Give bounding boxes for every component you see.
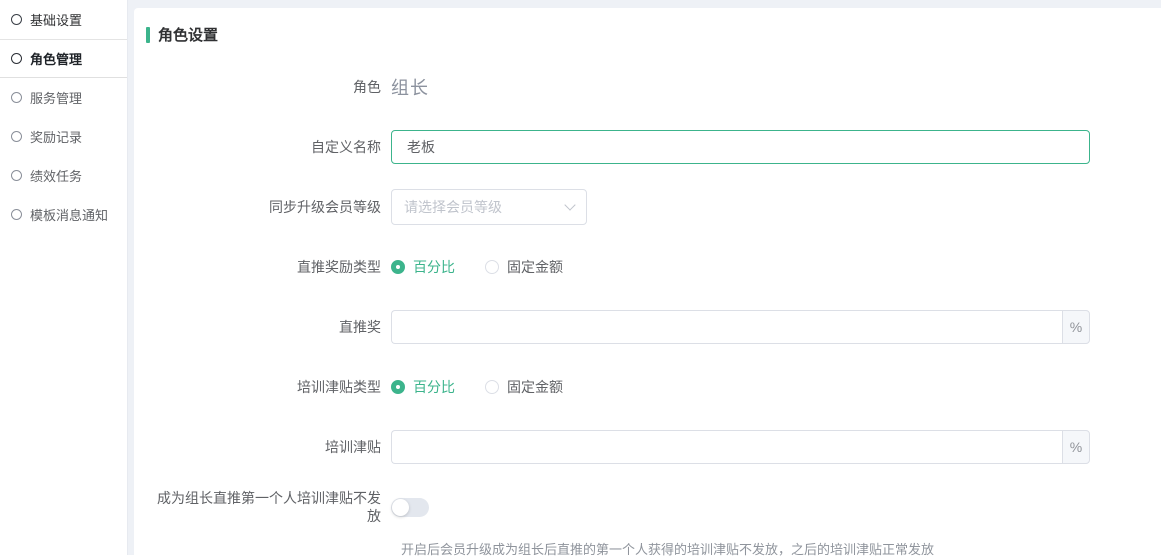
member-level-placeholder: 请选择会员等级 [404, 197, 502, 217]
radio-label: 百分比 [413, 377, 455, 397]
training-allowance-type-radio-group: 百分比 固定金额 [391, 377, 593, 397]
circle-icon [11, 14, 22, 25]
training-allowance-type-label: 培训津贴类型 [146, 378, 391, 396]
circle-icon [11, 53, 22, 64]
member-level-label: 同步升级会员等级 [146, 198, 391, 216]
section-title: 角色设置 [158, 24, 218, 45]
direct-reward-type-label: 直推奖励类型 [146, 258, 391, 276]
training-allowance-type-row: 培训津贴类型 百分比 固定金额 [146, 369, 1161, 405]
direct-reward-type-radio-fixed[interactable]: 固定金额 [485, 257, 563, 277]
custom-name-row: 自定义名称 [146, 129, 1161, 165]
sidebar-item-role-management[interactable]: 角色管理 [0, 39, 127, 78]
circle-icon [11, 209, 22, 220]
role-row: 角色 组长 [146, 69, 1161, 105]
sidebar-item-template-notifications[interactable]: 模板消息通知 [0, 195, 127, 234]
training-allowance-row: 培训津贴 % [146, 429, 1161, 465]
toggle-hint-text: 开启后会员升级成为组长后直推的第一个人获得的培训津贴不发放，之后的培训津贴正常发… [401, 539, 1161, 558]
percent-suffix: % [1062, 430, 1090, 464]
first-person-toggle-row: 成为组长直推第一个人培训津贴不发放 [146, 489, 1161, 525]
sidebar: 基础设置 角色管理 服务管理 奖励记录 绩效任务 模板消息通知 [0, 0, 128, 555]
direct-reward-label: 直推奖 [146, 318, 391, 336]
direct-reward-type-radio-percentage[interactable]: 百分比 [391, 257, 455, 277]
sidebar-item-service-management[interactable]: 服务管理 [0, 78, 127, 117]
direct-reward-type-row: 直推奖励类型 百分比 固定金额 [146, 249, 1161, 285]
main-area: 角色设置 角色 组长 自定义名称 同步升级会员等级 请选择会员等级 [128, 0, 1161, 555]
training-allowance-input-group: % [391, 430, 1090, 464]
first-person-toggle-switch[interactable] [391, 498, 429, 517]
role-settings-card: 角色设置 角色 组长 自定义名称 同步升级会员等级 请选择会员等级 [134, 8, 1161, 555]
first-person-toggle-label: 成为组长直推第一个人培训津贴不发放 [146, 489, 391, 525]
training-allowance-label: 培训津贴 [146, 438, 391, 456]
circle-icon [11, 170, 22, 181]
member-level-select[interactable]: 请选择会员等级 [391, 189, 587, 225]
direct-reward-input[interactable] [391, 310, 1062, 344]
radio-icon [485, 380, 499, 394]
custom-name-input[interactable] [391, 130, 1090, 164]
sidebar-item-label: 角色管理 [30, 49, 82, 68]
training-allowance-type-radio-fixed[interactable]: 固定金额 [485, 377, 563, 397]
sidebar-item-basic-settings[interactable]: 基础设置 [0, 0, 127, 39]
role-settings-form: 角色 组长 自定义名称 同步升级会员等级 请选择会员等级 直推奖励类型 [146, 69, 1161, 558]
sidebar-item-label: 服务管理 [30, 88, 82, 107]
role-value: 组长 [391, 74, 429, 100]
direct-reward-row: 直推奖 % [146, 309, 1161, 345]
custom-name-label: 自定义名称 [146, 138, 391, 156]
radio-label: 百分比 [413, 257, 455, 277]
radio-icon [485, 260, 499, 274]
circle-icon [11, 92, 22, 103]
circle-icon [11, 131, 22, 142]
sidebar-item-performance-tasks[interactable]: 绩效任务 [0, 156, 127, 195]
radio-label: 固定金额 [507, 377, 563, 397]
sidebar-item-reward-records[interactable]: 奖励记录 [0, 117, 127, 156]
direct-reward-input-group: % [391, 310, 1090, 344]
section-header: 角色设置 [146, 24, 1161, 45]
radio-icon [391, 260, 405, 274]
app-root: 基础设置 角色管理 服务管理 奖励记录 绩效任务 模板消息通知 角色设置 [0, 0, 1161, 555]
member-level-row: 同步升级会员等级 请选择会员等级 [146, 189, 1161, 225]
training-allowance-type-radio-percentage[interactable]: 百分比 [391, 377, 455, 397]
percent-suffix: % [1062, 310, 1090, 344]
accent-bar [146, 27, 150, 43]
radio-icon [391, 380, 405, 394]
training-allowance-input[interactable] [391, 430, 1062, 464]
sidebar-item-label: 奖励记录 [30, 127, 82, 146]
sidebar-item-label: 基础设置 [30, 10, 82, 29]
chevron-down-icon [564, 199, 575, 210]
direct-reward-type-radio-group: 百分比 固定金额 [391, 257, 593, 277]
sidebar-item-label: 模板消息通知 [30, 205, 108, 224]
sidebar-item-label: 绩效任务 [30, 166, 82, 185]
radio-label: 固定金额 [507, 257, 563, 277]
role-label: 角色 [146, 78, 391, 96]
